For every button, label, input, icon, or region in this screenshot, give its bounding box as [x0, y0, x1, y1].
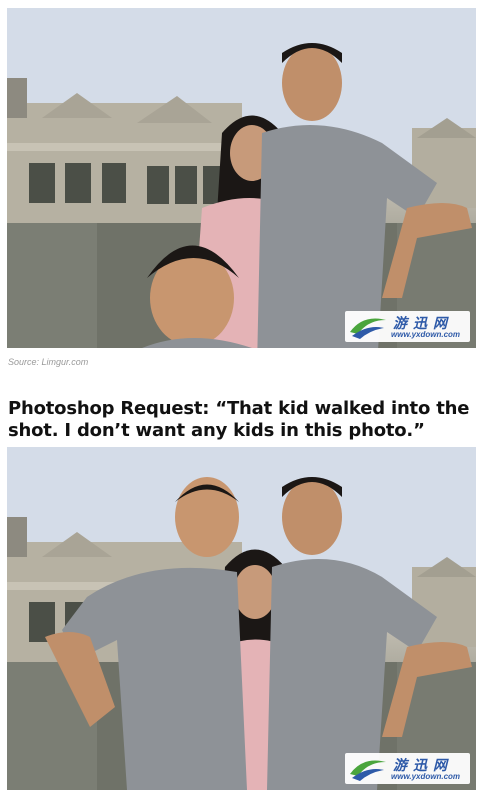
headline: Photoshop Request: “That kid walked into… — [8, 398, 470, 441]
watermark-logo: 游迅网 www.yxdown.com — [345, 311, 470, 342]
swoosh-logo-icon — [350, 760, 386, 781]
source-credit: Source: Limgur.com — [8, 357, 89, 367]
original-photo: 游迅网 www.yxdown.com — [7, 8, 476, 348]
edited-photo: 游迅网 www.yxdown.com — [7, 447, 476, 790]
watermark-url: www.yxdown.com — [391, 772, 461, 781]
edited-photo-illustration — [7, 447, 476, 790]
watermark-url: www.yxdown.com — [391, 330, 461, 339]
watermark-logo: 游迅网 www.yxdown.com — [345, 753, 470, 784]
swoosh-logo-icon — [350, 318, 386, 339]
original-photo-illustration — [7, 8, 476, 348]
